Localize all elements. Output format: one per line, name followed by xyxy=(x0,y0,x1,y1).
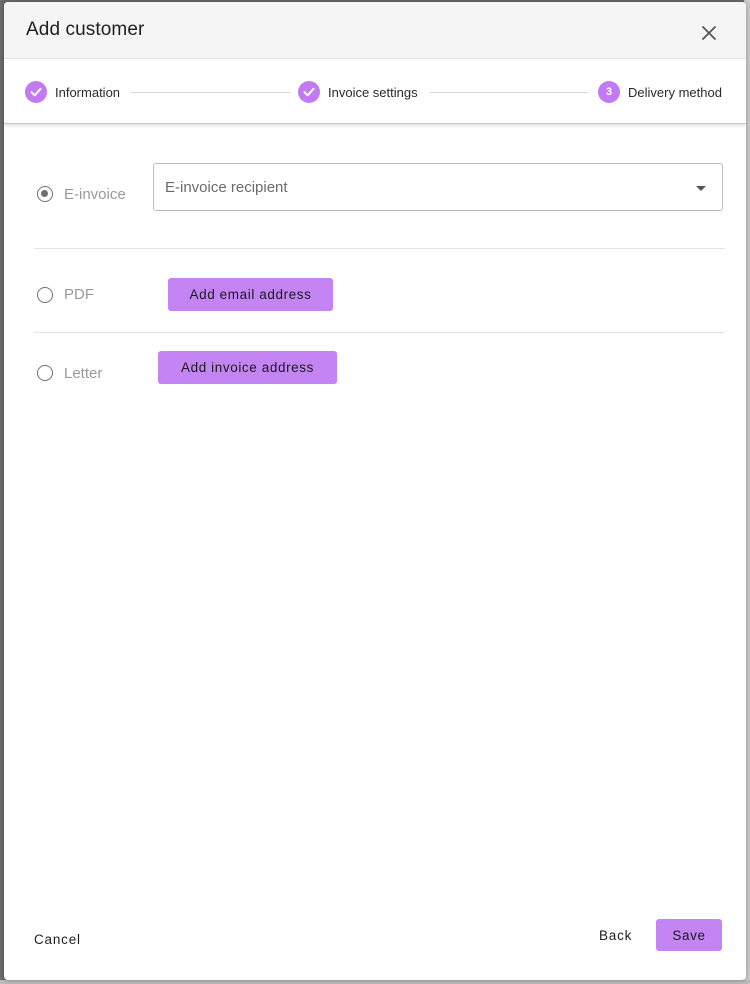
step-invoice-settings[interactable]: Invoice settings xyxy=(298,80,418,104)
back-button[interactable]: Back xyxy=(599,928,632,943)
cancel-button[interactable]: Cancel xyxy=(34,932,81,947)
check-icon xyxy=(25,81,47,103)
letter-label: Letter xyxy=(64,365,103,382)
einvoice-label: E-invoice xyxy=(64,186,126,203)
background-page-bottom xyxy=(0,980,750,984)
add-invoice-address-button[interactable]: Add invoice address xyxy=(158,351,337,384)
select-placeholder: E-invoice recipient xyxy=(165,179,288,196)
dialog-header: Add customer xyxy=(4,2,746,59)
step-label: Invoice settings xyxy=(328,84,418,100)
step-label: Information xyxy=(55,84,121,100)
add-customer-dialog: Add customer Information Invoice setting… xyxy=(4,2,746,980)
dialog-title: Add customer xyxy=(26,19,145,40)
check-icon xyxy=(298,81,320,103)
save-button[interactable]: Save xyxy=(656,919,722,951)
pdf-radio[interactable] xyxy=(37,287,53,303)
einvoice-recipient-select[interactable]: E-invoice recipient xyxy=(153,163,723,211)
step-connector xyxy=(131,92,290,93)
stepper: Information Invoice settings 3 Delivery … xyxy=(4,59,746,124)
step-label: Delivery method xyxy=(628,84,722,100)
pdf-label: PDF xyxy=(64,286,94,303)
step-delivery-method[interactable]: 3 Delivery method xyxy=(598,80,722,104)
chevron-down-icon xyxy=(696,186,706,191)
letter-radio[interactable] xyxy=(37,365,53,381)
add-email-address-button[interactable]: Add email address xyxy=(168,278,333,311)
divider xyxy=(34,332,725,333)
divider xyxy=(34,248,725,249)
close-icon[interactable] xyxy=(698,22,720,44)
step-number: 3 xyxy=(598,81,620,103)
einvoice-radio[interactable] xyxy=(37,186,53,202)
step-information[interactable]: Information xyxy=(25,80,120,104)
step-connector xyxy=(430,92,588,93)
